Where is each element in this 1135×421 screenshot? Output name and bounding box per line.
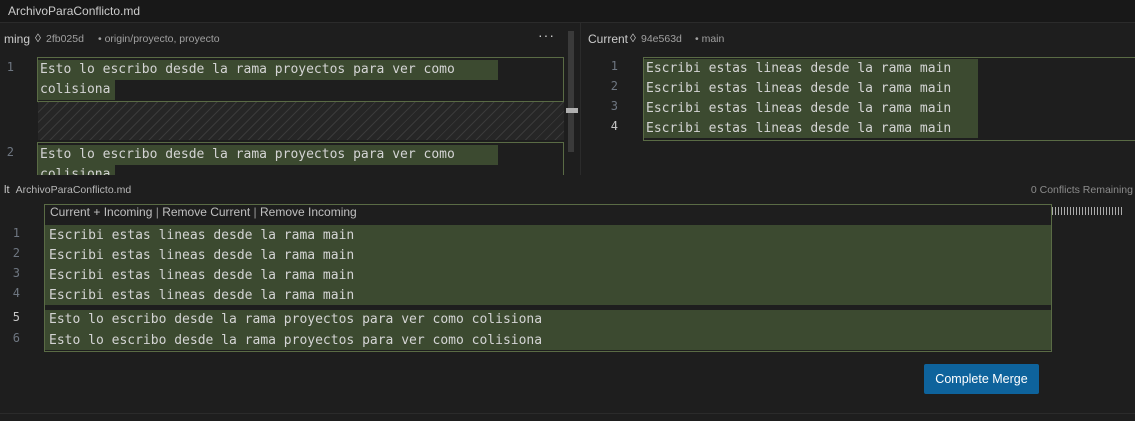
more-actions-icon[interactable]: ···	[538, 27, 555, 43]
result-code-line[interactable]: Escribi estas lineas desde la rama main	[49, 226, 354, 246]
incoming-scrollbar[interactable]	[568, 31, 574, 152]
current-pane[interactable]: Current ◊ 94e563d • main 1 Escribi estas…	[580, 23, 1135, 175]
line-number: 3	[12, 266, 20, 280]
diff-filler-hatch	[38, 102, 564, 140]
line-number-active: 5	[12, 310, 20, 324]
result-code-line[interactable]: Escribi estas lineas desde la rama main	[49, 286, 354, 306]
result-label: lt	[4, 184, 10, 196]
current-commit-hash[interactable]: 94e563d	[641, 33, 682, 45]
incoming-commit-hash[interactable]: 2fb025d	[46, 33, 84, 45]
incoming-branches: • origin/proyecto, proyecto	[98, 33, 220, 45]
complete-merge-button[interactable]: Complete Merge	[924, 364, 1039, 394]
current-branches: • main	[695, 33, 725, 45]
line-number: 2	[12, 246, 20, 260]
result-file-name: ArchivoParaConflicto.md	[15, 184, 132, 196]
result-code-line[interactable]: Escribi estas lineas desde la rama main	[49, 266, 354, 286]
current-code-line[interactable]: Escribi estas lineas desde la rama main	[646, 79, 951, 99]
incoming-pane[interactable]: ming ◊ 2fb025d • origin/proyecto, proyec…	[0, 23, 567, 175]
incoming-code-line[interactable]: Esto lo escribo desde la rama proyectos …	[40, 60, 455, 80]
result-code-line[interactable]: Esto lo escribo desde la rama proyectos …	[49, 331, 542, 351]
conflicts-remaining[interactable]: 0 Conflicts Remaining	[1031, 184, 1133, 196]
line-number-active: 4	[610, 119, 618, 133]
line-number: 1	[12, 226, 20, 240]
accept-both-action[interactable]: Current + Incoming	[50, 205, 152, 219]
current-code-line[interactable]: Escribi estas lineas desde la rama main	[646, 99, 951, 119]
current-code-line[interactable]: Escribi estas lineas desde la rama main	[646, 59, 951, 79]
line-number: 2	[610, 79, 618, 93]
incoming-label: ming	[4, 32, 31, 46]
incoming-code-line-wrap[interactable]: colisiona	[40, 167, 110, 175]
line-number: 1	[610, 59, 618, 73]
line-number: 3	[610, 99, 618, 113]
git-commit-icon: ◊	[35, 31, 41, 45]
line-number: 2	[6, 145, 14, 159]
incoming-code-line[interactable]: Esto lo escribo desde la rama proyectos …	[40, 145, 455, 165]
remove-incoming-action[interactable]: Remove Incoming	[260, 205, 357, 219]
git-commit-icon: ◊	[630, 31, 636, 45]
current-label: Current	[588, 32, 629, 46]
incoming-code-wrap-clip: colisiona	[40, 165, 110, 175]
editor-title-bar: ArchivoParaConflicto.md	[0, 0, 1135, 23]
conflict-codelens: Current + Incoming | Remove Current | Re…	[50, 205, 357, 219]
result-code-line[interactable]: Escribi estas lineas desde la rama main	[49, 246, 354, 266]
result-code-line[interactable]: Esto lo escribo desde la rama proyectos …	[49, 310, 542, 330]
incoming-header: ming ◊ 2fb025d • origin/proyecto, proyec…	[0, 23, 567, 54]
scrollbar-thumb[interactable]	[566, 108, 578, 113]
codelens-separator: |	[152, 205, 163, 219]
remove-current-action[interactable]: Remove Current	[162, 205, 250, 219]
line-number: 1	[6, 60, 14, 74]
minimap[interactable]	[1052, 207, 1122, 215]
current-header: Current ◊ 94e563d • main	[581, 23, 1135, 54]
line-number: 6	[12, 331, 20, 345]
codelens-separator: |	[250, 205, 261, 219]
current-code-line[interactable]: Escribi estas lineas desde la rama main	[646, 119, 951, 139]
panel-divider	[0, 413, 1135, 414]
file-name: ArchivoParaConflicto.md	[8, 4, 141, 18]
result-title: lt ArchivoParaConflicto.md	[4, 184, 131, 196]
result-header: lt ArchivoParaConflicto.md 0 Conflicts R…	[0, 176, 1135, 204]
line-number: 4	[12, 286, 20, 300]
incoming-code-line-wrap[interactable]: colisiona	[40, 80, 110, 100]
